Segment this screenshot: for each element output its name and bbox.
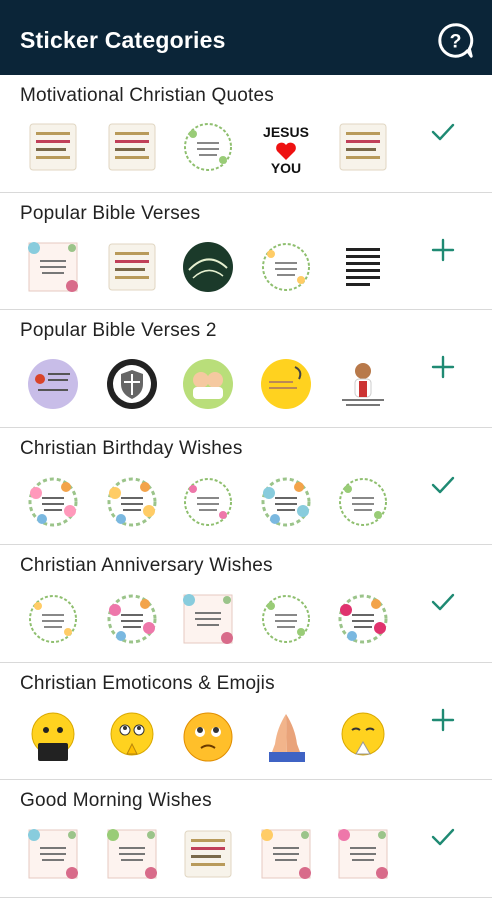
sticker-floral-wreath bbox=[107, 477, 157, 526]
category-title: Motivational Christian Quotes bbox=[20, 85, 274, 106]
sticker-quote-card bbox=[339, 123, 387, 171]
category-title: Popular Bible Verses bbox=[20, 202, 201, 224]
help-icon[interactable]: ? bbox=[437, 22, 474, 59]
sticker-floral-card bbox=[107, 829, 157, 879]
sticker-quote-card bbox=[29, 123, 77, 171]
app-bar: Sticker Categories ? bbox=[0, 0, 492, 75]
plus-icon[interactable] bbox=[430, 707, 456, 733]
sticker-emoji-pray bbox=[110, 712, 154, 755]
sticker-wreath bbox=[262, 595, 310, 643]
sticker-wreath bbox=[184, 477, 232, 526]
category-row[interactable]: Christian Birthday Wishes bbox=[0, 428, 492, 545]
sticker-floral-wreath bbox=[261, 477, 311, 526]
sticker-floral-card bbox=[183, 594, 233, 644]
sticker-floral-card bbox=[261, 829, 311, 879]
category-title: Popular Bible Verses 2 bbox=[20, 320, 217, 341]
sticker-quote-card bbox=[184, 830, 232, 878]
sticker-floral-card bbox=[338, 829, 388, 879]
sticker-kids-circle bbox=[183, 359, 233, 409]
category-title: Christian Birthday Wishes bbox=[20, 437, 243, 459]
sticker-emoji-pray2 bbox=[341, 712, 385, 755]
sticker-purple-circle bbox=[28, 359, 78, 409]
sticker-wreath bbox=[262, 242, 310, 291]
svg-text:?: ? bbox=[450, 30, 462, 52]
category-row[interactable]: Good Morning Wishes bbox=[0, 780, 492, 898]
sticker-text-card bbox=[342, 242, 384, 291]
category-row[interactable]: Motivational Christian Quotes JESUS YOU bbox=[0, 75, 492, 193]
category-list: Motivational Christian Quotes JESUS YOU Pop… bbox=[0, 75, 492, 898]
sticker-wreath bbox=[184, 123, 232, 171]
sticker-yellow-circle bbox=[261, 359, 311, 409]
sticker-floral-wreath bbox=[28, 477, 78, 526]
category-title: Christian Anniversary Wishes bbox=[20, 555, 273, 576]
sticker-pink-wreath bbox=[338, 594, 388, 644]
sticker-quote-card bbox=[108, 123, 156, 171]
page-title: Sticker Categories bbox=[20, 27, 226, 53]
sticker-wreath bbox=[29, 595, 77, 643]
category-row[interactable]: Popular Bible Verses bbox=[0, 193, 492, 310]
check-icon[interactable] bbox=[430, 589, 456, 615]
sticker-floral-card bbox=[28, 829, 78, 879]
sticker-floral-card bbox=[28, 241, 78, 292]
svg-text:YOU: YOU bbox=[271, 160, 301, 174]
sticker-quote-card bbox=[108, 243, 156, 290]
sticker-jesus-figure bbox=[342, 363, 384, 406]
sticker-chalk-circle bbox=[183, 241, 233, 292]
sticker-praying-hands bbox=[269, 713, 305, 762]
check-icon[interactable] bbox=[430, 472, 456, 498]
category-row[interactable]: Christian Emoticons & Emojis bbox=[0, 663, 492, 780]
sticker-floral-wreath bbox=[107, 594, 157, 644]
svg-text:JESUS: JESUS bbox=[263, 124, 309, 140]
plus-icon[interactable] bbox=[430, 237, 456, 263]
check-icon[interactable] bbox=[430, 119, 456, 145]
sticker-shield-circle bbox=[107, 359, 157, 409]
sticker-jesus-you: JESUS YOU bbox=[263, 124, 309, 174]
sticker-emoji-bible bbox=[31, 712, 75, 761]
sticker-emoji-hope bbox=[183, 712, 233, 761]
category-row[interactable]: Popular Bible Verses 2 bbox=[0, 310, 492, 428]
category-title: Christian Emoticons & Emojis bbox=[20, 672, 275, 694]
category-row[interactable]: Christian Anniversary Wishes bbox=[0, 545, 492, 663]
category-title: Good Morning Wishes bbox=[20, 790, 212, 811]
plus-icon[interactable] bbox=[430, 354, 456, 380]
check-icon[interactable] bbox=[430, 824, 456, 850]
sticker-wreath bbox=[339, 477, 387, 526]
